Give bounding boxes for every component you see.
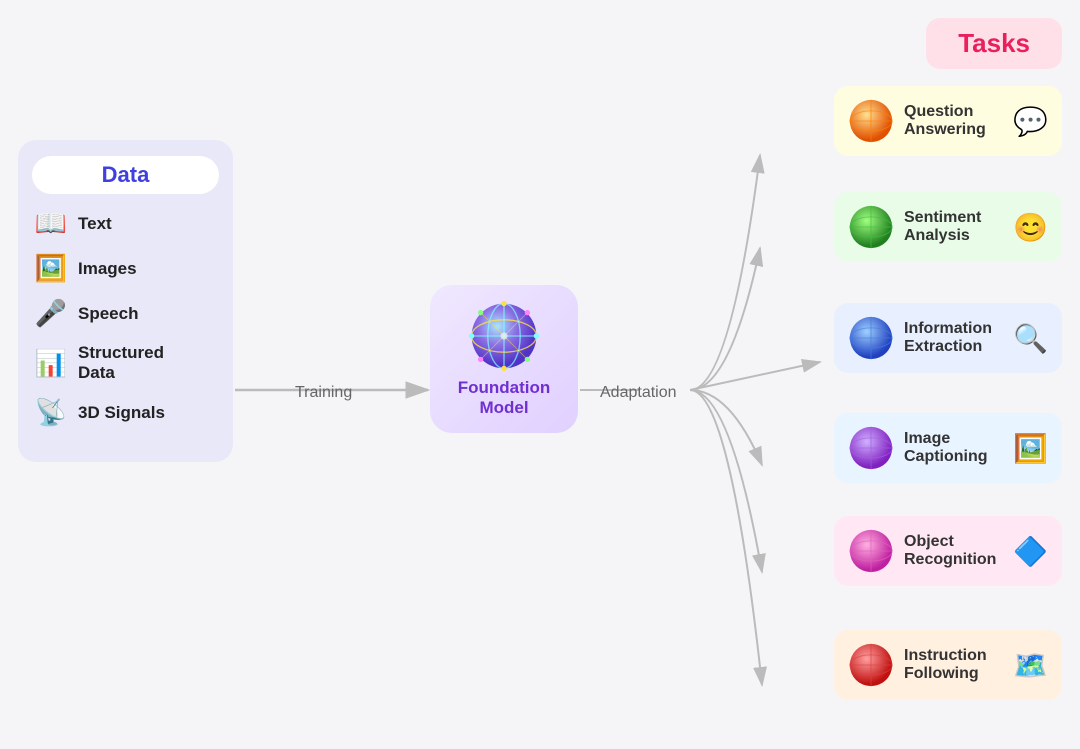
data-item-3dsignals-label: 3D Signals — [78, 403, 165, 423]
foundation-label: Foundation Model — [458, 378, 551, 419]
signals-icon: 📡 — [32, 397, 70, 428]
if-globe-icon — [848, 642, 894, 688]
or-emoji: 🔷 — [1013, 535, 1048, 568]
task-card-question-answering: QuestionAnswering 💬 — [834, 86, 1062, 156]
data-item-text-label: Text — [78, 214, 112, 234]
ic-globe-icon — [848, 425, 894, 471]
adaptation-label: Adaptation — [600, 384, 677, 402]
data-item-speech-label: Speech — [78, 304, 138, 324]
structured-icon: 📊 — [32, 348, 70, 379]
qa-task-label: QuestionAnswering — [904, 103, 1003, 139]
data-panel: Data 📖 Text 🖼️ Images 🎤 Speech 📊 Structu… — [18, 140, 233, 462]
task-card-image-captioning: ImageCaptioning 🖼️ — [834, 413, 1062, 483]
or-task-label: ObjectRecognition — [904, 533, 1003, 569]
sa-globe-icon — [848, 204, 894, 250]
foundation-model-box: Foundation Model — [430, 285, 578, 433]
data-item-structured: 📊 StructuredData — [32, 343, 219, 383]
qa-emoji: 💬 — [1013, 105, 1048, 138]
data-item-3dsignals: 📡 3D Signals — [32, 397, 219, 428]
sa-task-label: SentimentAnalysis — [904, 209, 1003, 245]
sa-emoji: 😊 — [1013, 211, 1048, 244]
training-label: Training — [295, 384, 352, 402]
task-card-information-extraction: InformationExtraction 🔍 — [834, 303, 1062, 373]
ic-task-label: ImageCaptioning — [904, 430, 1003, 466]
data-item-images: 🖼️ Images — [32, 253, 219, 284]
task-card-object-recognition: ObjectRecognition 🔷 — [834, 516, 1062, 586]
ie-globe-icon — [848, 315, 894, 361]
ie-emoji: 🔍 — [1013, 322, 1048, 355]
data-item-structured-label: StructuredData — [78, 343, 164, 383]
data-item-speech: 🎤 Speech — [32, 298, 219, 329]
data-title: Data — [32, 156, 219, 194]
or-globe-icon — [848, 528, 894, 574]
foundation-globe-icon — [468, 300, 540, 372]
data-item-images-label: Images — [78, 259, 137, 279]
task-card-instruction-following: InstructionFollowing 🗺️ — [834, 630, 1062, 700]
speech-icon: 🎤 — [32, 298, 70, 329]
ic-emoji: 🖼️ — [1013, 432, 1048, 465]
if-emoji: 🗺️ — [1013, 649, 1048, 682]
if-task-label: InstructionFollowing — [904, 647, 1003, 683]
ie-task-label: InformationExtraction — [904, 320, 1003, 356]
task-card-sentiment-analysis: SentimentAnalysis 😊 — [834, 192, 1062, 262]
text-icon: 📖 — [32, 208, 70, 239]
qa-globe-icon — [848, 98, 894, 144]
images-icon: 🖼️ — [32, 253, 70, 284]
tasks-title: Tasks — [926, 18, 1062, 69]
data-item-text: 📖 Text — [32, 208, 219, 239]
